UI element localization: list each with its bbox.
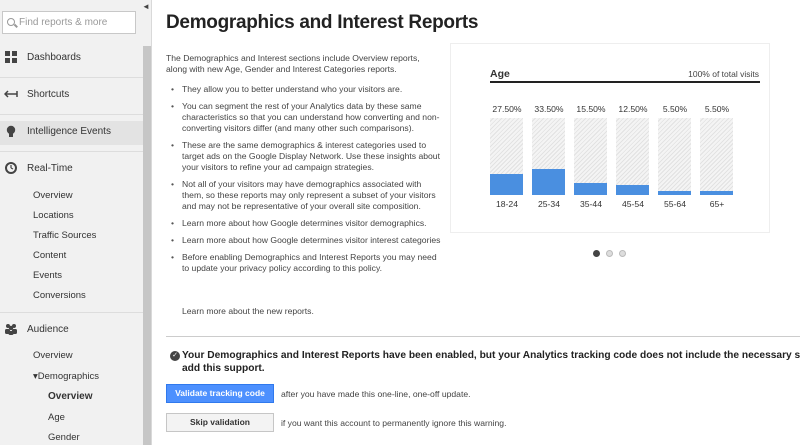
sidebar-item-label: Dashboards bbox=[27, 52, 81, 63]
divider bbox=[0, 114, 143, 115]
analytics-app: Find reports & more ◄ Dashboards Shortcu… bbox=[0, 0, 800, 445]
carousel-dot[interactable] bbox=[593, 250, 600, 257]
chart-title-rule bbox=[490, 81, 760, 83]
scrollbar-thumb[interactable] bbox=[143, 46, 151, 445]
sidebar-item-demographics-overview[interactable]: Overview bbox=[48, 391, 92, 402]
section-divider bbox=[166, 336, 800, 337]
sidebar-item-label: Real-Time bbox=[27, 163, 73, 174]
chart-subtitle: 100% of total visits bbox=[688, 69, 759, 79]
bar-value-label: 15.50% bbox=[576, 104, 606, 114]
people-icon bbox=[4, 323, 18, 337]
shortcut-arrow-icon bbox=[3, 88, 18, 102]
age-chart-card: Age 100% of total visits 27.50% 18-24 33.5… bbox=[451, 44, 769, 232]
check-circle-icon: ✓ bbox=[170, 351, 180, 361]
clock-icon bbox=[4, 162, 18, 176]
bar-background bbox=[532, 118, 565, 195]
divider bbox=[0, 77, 143, 78]
sidebar-item-gender[interactable]: Gender bbox=[48, 432, 80, 443]
grid-icon bbox=[4, 51, 18, 65]
list-item: These are the same demographics & intere… bbox=[171, 140, 443, 173]
bar-value-label: 12.50% bbox=[618, 104, 648, 114]
bar-background bbox=[658, 118, 691, 195]
list-item: Before enabling Demographics and Interes… bbox=[171, 252, 443, 274]
bar[interactable] bbox=[574, 183, 607, 195]
lightbulb-icon bbox=[4, 125, 18, 139]
carousel-dot[interactable] bbox=[619, 250, 626, 257]
page-title: Demographics and Interest Reports bbox=[166, 12, 479, 33]
bar-background bbox=[616, 118, 649, 195]
validate-tracking-code-button[interactable]: Validate tracking code bbox=[166, 384, 274, 403]
sidebar-item-dashboards[interactable]: Dashboards bbox=[0, 47, 143, 71]
list-item: You can segment the rest of your Analyti… bbox=[171, 101, 443, 134]
bar[interactable] bbox=[616, 185, 649, 195]
skip-validation-button[interactable]: Skip validation bbox=[166, 413, 274, 432]
divider bbox=[0, 151, 143, 152]
sidebar-item-content[interactable]: Content bbox=[33, 250, 66, 261]
carousel-dot[interactable] bbox=[606, 250, 613, 257]
sidebar-item-events[interactable]: Events bbox=[33, 270, 62, 281]
bar-category-label: 65+ bbox=[709, 199, 725, 209]
list-item: They allow you to better understand who … bbox=[171, 84, 443, 95]
notice-text: Your Demographics and Interest Reports h… bbox=[182, 350, 800, 361]
sidebar-item-label: Intelligence Events bbox=[27, 126, 111, 137]
sidebar-item-intelligence-events[interactable]: Intelligence Events bbox=[0, 121, 143, 145]
bar-background bbox=[574, 118, 607, 195]
learn-more-interests-link[interactable]: Learn more about how Google determines v… bbox=[171, 235, 443, 246]
sidebar-item-label: Shortcuts bbox=[27, 89, 70, 100]
bar-background bbox=[490, 118, 523, 195]
learn-more-reports-link[interactable]: Learn more about the new reports. bbox=[182, 306, 314, 316]
sidebar-item-realtime-overview[interactable]: Overview bbox=[33, 190, 73, 201]
search-icon bbox=[7, 18, 15, 26]
bar[interactable] bbox=[658, 190, 691, 195]
sidebar-item-conversions[interactable]: Conversions bbox=[33, 290, 86, 301]
bar-value-label: 27.50% bbox=[492, 104, 522, 114]
sidebar-item-demographics[interactable]: ▾Demographics bbox=[33, 371, 99, 382]
divider bbox=[0, 312, 143, 313]
skip-description: if you want this account to permanently … bbox=[281, 418, 507, 428]
bar-category-label: 35-44 bbox=[580, 199, 602, 209]
list-item: Not all of your visitors may have demogr… bbox=[171, 179, 443, 212]
bar-background bbox=[700, 118, 733, 195]
bar[interactable] bbox=[490, 173, 523, 195]
sidebar: Find reports & more ◄ Dashboards Shortcu… bbox=[0, 0, 152, 445]
bar-category-label: 18-24 bbox=[496, 199, 518, 209]
notice-text-continued: add this support. bbox=[182, 363, 265, 374]
sidebar-item-shortcuts[interactable]: Shortcuts bbox=[0, 84, 143, 108]
sidebar-item-audience[interactable]: Audience bbox=[0, 319, 143, 343]
bar-value-label: 5.50% bbox=[704, 104, 730, 114]
sidebar-item-traffic-sources[interactable]: Traffic Sources bbox=[33, 230, 96, 241]
sidebar-item-real-time[interactable]: Real-Time bbox=[0, 158, 143, 182]
intro-text: The Demographics and Interest sections i… bbox=[166, 53, 420, 74]
bar-category-label: 55-64 bbox=[664, 199, 686, 209]
bar[interactable] bbox=[532, 169, 565, 195]
sidebar-item-locations[interactable]: Locations bbox=[33, 210, 74, 221]
bar-category-label: 45-54 bbox=[622, 199, 644, 209]
bar[interactable] bbox=[700, 190, 733, 195]
bar-value-label: 33.50% bbox=[534, 104, 564, 114]
sidebar-item-age[interactable]: Age bbox=[48, 412, 65, 423]
feature-list: They allow you to better understand who … bbox=[171, 84, 443, 280]
chart-title: Age bbox=[490, 68, 510, 80]
sidebar-item-audience-overview[interactable]: Overview bbox=[33, 350, 73, 361]
main-content: Demographics and Interest Reports The De… bbox=[153, 0, 800, 445]
learn-more-demographics-link[interactable]: Learn more about how Google determines v… bbox=[171, 218, 443, 229]
sidebar-item-label: Audience bbox=[27, 324, 69, 335]
search-placeholder: Find reports & more bbox=[19, 17, 108, 28]
bar-value-label: 5.50% bbox=[662, 104, 688, 114]
search-input[interactable]: Find reports & more bbox=[2, 11, 136, 34]
validate-description: after you have made this one-line, one-o… bbox=[281, 389, 471, 399]
collapse-sidebar-icon[interactable]: ◄ bbox=[141, 2, 151, 16]
bar-category-label: 25-34 bbox=[538, 199, 560, 209]
